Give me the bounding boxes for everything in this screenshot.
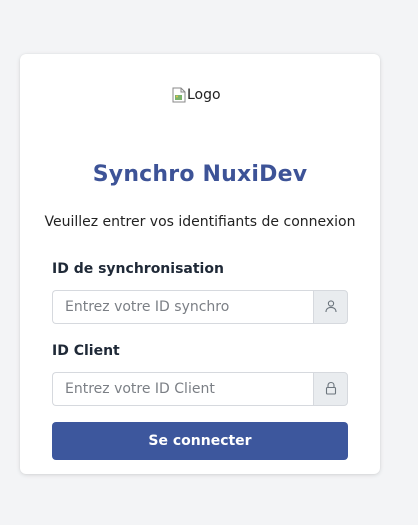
sync-id-input[interactable] — [52, 290, 313, 324]
logo: Logo — [172, 87, 221, 103]
login-card: Logo Synchro NuxiDev Veuillez entrer vos… — [20, 54, 380, 474]
lock-icon — [324, 380, 338, 399]
client-id-addon — [313, 372, 348, 406]
broken-image-icon — [172, 87, 186, 103]
sync-id-input-group — [52, 290, 348, 324]
client-id-input[interactable] — [52, 372, 313, 406]
sync-id-label: ID de synchronisation — [52, 261, 224, 277]
page-subtitle: Veuillez entrer vos identifiants de conn… — [44, 214, 356, 230]
login-button[interactable]: Se connecter — [52, 422, 348, 460]
client-id-input-group — [52, 372, 348, 406]
page-title: Synchro NuxiDev — [92, 162, 308, 187]
logo-alt-text: Logo — [187, 87, 221, 103]
sync-id-addon — [313, 290, 348, 324]
user-icon — [324, 298, 338, 317]
client-id-label: ID Client — [52, 343, 120, 359]
